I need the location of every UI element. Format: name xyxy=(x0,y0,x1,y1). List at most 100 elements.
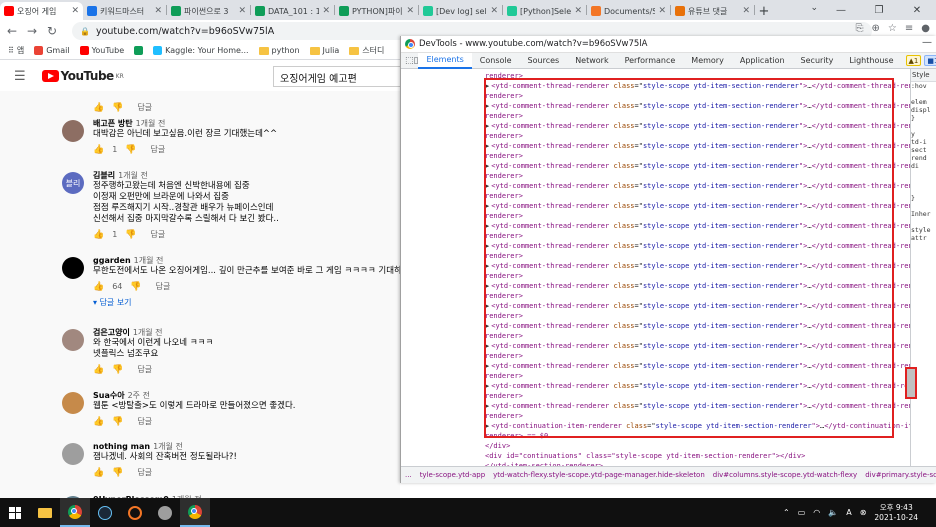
devtools-minimize-icon[interactable]: — xyxy=(922,37,932,48)
dom-node-fragment[interactable]: renderer> xyxy=(485,271,523,281)
new-tab-button[interactable]: + xyxy=(755,2,773,20)
close-tab-icon[interactable]: ✕ xyxy=(742,6,750,16)
reply-button[interactable]: 답글 xyxy=(151,229,166,240)
dom-node-fragment[interactable]: renderer> xyxy=(485,191,523,201)
taskbar-chrome-2[interactable] xyxy=(180,498,210,527)
reply-button[interactable]: 답글 xyxy=(137,102,152,113)
dom-node-comment-thread[interactable]: ▶ <ytd-comment-thread-renderer class="sty… xyxy=(485,101,910,111)
taskbar-app[interactable] xyxy=(150,498,180,527)
dislike-icon[interactable]: 👎 xyxy=(130,282,141,292)
clock[interactable]: 오후 9:43 2021-10-24 xyxy=(874,503,918,523)
warning-badge[interactable]: ▲ 1 xyxy=(905,55,922,66)
close-tab-icon[interactable]: ✕ xyxy=(490,6,498,16)
comment-time[interactable]: 1개월 전 xyxy=(153,442,183,451)
like-icon[interactable]: 👍 xyxy=(93,145,104,155)
dom-node-fragment[interactable]: renderer> xyxy=(485,111,523,121)
avatar[interactable] xyxy=(62,329,84,351)
comment-author[interactable]: Sua수아 2주 전 xyxy=(93,390,400,401)
tab-3[interactable]: 파이썬으로 3 ✕ xyxy=(167,2,250,20)
avatar[interactable] xyxy=(62,443,84,465)
zoom-icon[interactable]: ⊕ xyxy=(872,23,880,34)
breadcrumb-item[interactable]: tyle-scope.ytd-app xyxy=(420,471,485,479)
close-tab-icon[interactable]: ✕ xyxy=(71,6,79,16)
breadcrumb-item[interactable]: ytd-watch-flexy.style-scope.ytd-page-man… xyxy=(493,471,705,479)
dom-node-fragment[interactable]: renderer> xyxy=(485,251,523,261)
dislike-icon[interactable]: 👎 xyxy=(112,417,123,427)
devtools-tab-elements[interactable]: Elements xyxy=(418,52,472,69)
tab-2[interactable]: 키워드마스터 ✕ xyxy=(83,2,166,20)
avatar[interactable] xyxy=(62,257,84,279)
dom-node-continuation[interactable]: ▶ <ytd-continuation-item-renderer class="… xyxy=(485,421,910,431)
reply-button[interactable]: 답글 xyxy=(137,467,152,478)
menu-icon[interactable]: ☰ xyxy=(14,69,26,84)
message-badge[interactable]: ■1 xyxy=(924,55,936,66)
dom-node-comment-thread[interactable]: ▶ <ytd-comment-thread-renderer class="sty… xyxy=(485,401,910,411)
taskbar-file-explorer[interactable] xyxy=(30,498,60,527)
tab-search-icon[interactable]: ⌄ xyxy=(810,3,818,13)
reading-list-icon[interactable]: ≡ xyxy=(905,23,913,34)
dom-node-comment-thread[interactable]: ▶ <ytd-comment-thread-renderer class="sty… xyxy=(485,361,910,371)
bookmark-drive[interactable] xyxy=(134,46,144,55)
wifi-icon[interactable]: ◠ xyxy=(813,508,820,517)
breadcrumb-item[interactable]: div#primary.style-scc xyxy=(865,471,936,479)
like-icon[interactable]: 👍 xyxy=(93,468,104,478)
reply-button[interactable]: 답글 xyxy=(156,281,171,292)
tab-4[interactable]: DATA_101 : 1 ✕ xyxy=(251,2,334,20)
reply-button[interactable]: 답글 xyxy=(137,416,152,427)
comment-time[interactable]: 1개월 전 xyxy=(133,328,163,337)
dom-node-comment-thread[interactable]: ▶ <ytd-comment-thread-renderer class="sty… xyxy=(485,121,910,131)
start-button[interactable] xyxy=(0,498,30,527)
taskbar-steam[interactable] xyxy=(90,498,120,527)
close-tab-icon[interactable]: ✕ xyxy=(406,6,414,16)
dom-node-fragment[interactable]: renderer> xyxy=(485,71,523,81)
chevron-up-icon[interactable]: ⌃ xyxy=(783,508,790,517)
comment-author[interactable]: ggarden 1개월 전 xyxy=(93,255,400,266)
like-icon[interactable]: 👍 xyxy=(93,282,104,292)
dom-node-fragment[interactable]: renderer> xyxy=(485,411,523,421)
minimize-icon[interactable]: — xyxy=(822,0,860,20)
inspect-element-icon[interactable]: ⬚ xyxy=(405,56,414,66)
bookmark-youtube[interactable]: YouTube xyxy=(79,46,124,55)
taskbar-chrome[interactable] xyxy=(60,498,90,527)
comment-author[interactable]: 검은고양이 1개월 전 xyxy=(93,327,400,338)
breadcrumb-item[interactable]: ... xyxy=(405,471,412,479)
dom-node-continuations-div[interactable]: <div id="continuations" class="style-sco… xyxy=(485,451,805,461)
close-tab-icon[interactable]: ✕ xyxy=(322,6,330,16)
comment-time[interactable]: 1개월 전 xyxy=(118,171,148,180)
dom-node-fragment[interactable]: renderer> xyxy=(485,211,523,221)
devtools-tab-security[interactable]: Security xyxy=(793,53,842,69)
ime-indicator[interactable]: A xyxy=(846,508,851,517)
dom-node-fragment[interactable]: renderer> xyxy=(485,351,523,361)
styles-tab[interactable]: Style xyxy=(911,69,936,82)
dislike-icon[interactable]: 👎 xyxy=(125,230,136,240)
comment-time[interactable]: 2주 전 xyxy=(128,391,150,400)
avatar[interactable] xyxy=(62,392,84,414)
bookmark-folder[interactable]: Julia xyxy=(309,46,339,55)
comment-author[interactable]: 배고픈 방탄 1개월 전 xyxy=(93,118,400,129)
dom-node-fragment[interactable]: renderer> xyxy=(485,231,523,241)
profile-avatar-icon[interactable]: ● xyxy=(921,23,930,34)
like-icon[interactable]: 👍 xyxy=(93,103,104,113)
devtools-tab-performance[interactable]: Performance xyxy=(617,53,684,69)
tab-9[interactable]: 유튜브 댓글 ✕ xyxy=(671,2,754,20)
close-tab-icon[interactable]: ✕ xyxy=(658,6,666,16)
avatar[interactable]: 블리 xyxy=(62,172,84,194)
dom-node-comment-thread[interactable]: ▶ <ytd-comment-thread-renderer class="sty… xyxy=(485,81,910,91)
devtools-tab-console[interactable]: Console xyxy=(472,53,520,69)
dom-node-fragment[interactable]: renderer> xyxy=(485,331,523,341)
cast-icon[interactable]: ⎘ xyxy=(856,23,864,34)
dislike-icon[interactable]: 👎 xyxy=(112,103,123,113)
dom-node-comment-thread[interactable]: ▶ <ytd-comment-thread-renderer class="sty… xyxy=(485,301,910,311)
tab-5[interactable]: PYTHON]파이 ✕ xyxy=(335,2,418,20)
dom-node-comment-thread[interactable]: ▶ <ytd-comment-thread-renderer class="sty… xyxy=(485,161,910,171)
like-icon[interactable]: 👍 xyxy=(93,365,104,375)
devtools-tab-network[interactable]: Network xyxy=(567,53,616,69)
dislike-icon[interactable]: 👎 xyxy=(125,145,136,155)
reply-button[interactable]: 답글 xyxy=(151,144,166,155)
youtube-search-input[interactable]: 오징어게임 예고편 xyxy=(273,66,400,87)
close-tab-icon[interactable]: ✕ xyxy=(238,6,246,16)
dom-node-fragment[interactable]: renderer> xyxy=(485,171,523,181)
dom-node-fragment[interactable]: renderer> xyxy=(485,291,523,301)
devtools-tab-sources[interactable]: Sources xyxy=(520,53,568,69)
dom-node-comment-thread[interactable]: ▶ <ytd-comment-thread-renderer class="sty… xyxy=(485,381,910,391)
